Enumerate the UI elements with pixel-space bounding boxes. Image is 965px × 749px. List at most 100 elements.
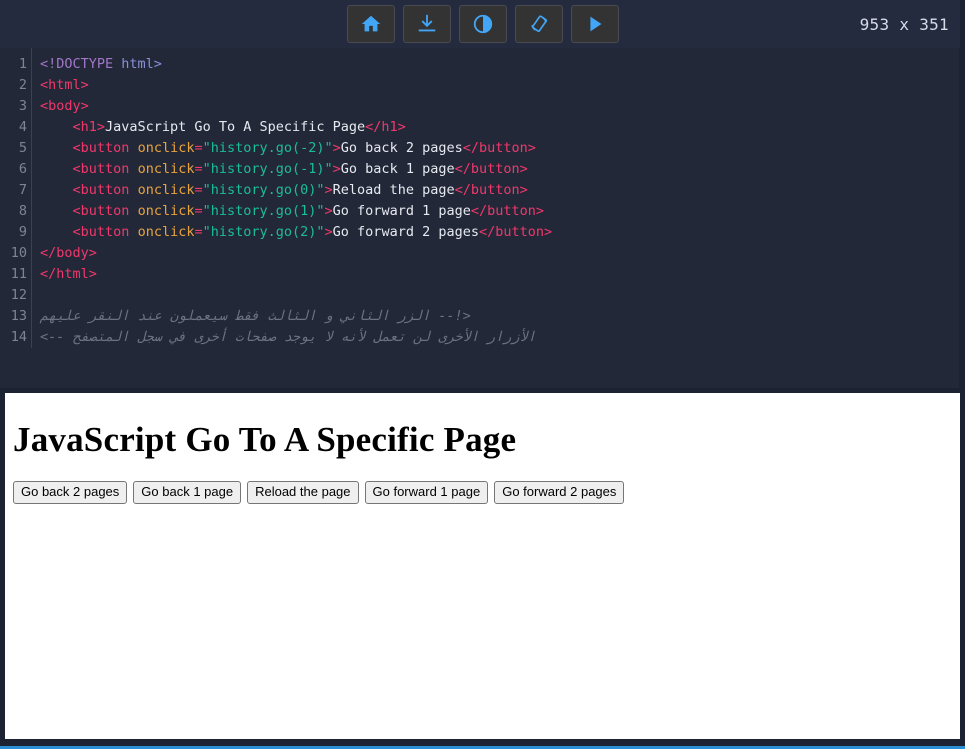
run-button[interactable] bbox=[570, 5, 619, 43]
line-number: 3 bbox=[18, 98, 27, 114]
line-number: 10 bbox=[10, 245, 27, 261]
code-token: </button> bbox=[454, 161, 528, 177]
line-number-gutter: 1 2 3 4 5 6 7 8 9 10 11 12 13 14 bbox=[0, 48, 32, 348]
code-line[interactable]: </body> bbox=[40, 243, 959, 264]
preview-button[interactable]: Go back 1 page bbox=[133, 481, 242, 504]
code-line[interactable]: <h1>JavaScript Go To A Specific Page</h1… bbox=[40, 117, 959, 138]
code-editor[interactable]: 1 2 3 4 5 6 7 8 9 10 11 12 13 14 <!DOCTYPE html> <html… bbox=[0, 48, 959, 388]
code-line[interactable]: الأزرار الأخرى لن تعمل لأنه لا يوجد صفحا… bbox=[40, 327, 959, 348]
toolbar-button-group bbox=[346, 5, 619, 43]
app-root: 953 x 351 1 2 3 4 5 6 7 8 9 10 11 12 13 14 <!DOCTYPE … bbox=[0, 0, 965, 749]
code-token: = bbox=[194, 224, 203, 240]
home-icon bbox=[360, 13, 382, 35]
code-line[interactable]: <button onclick="history.go(-2)">Go back… bbox=[40, 138, 959, 159]
code-token: "history.go(1)" bbox=[202, 203, 325, 219]
code-line[interactable]: <!DOCTYPE html> bbox=[40, 54, 959, 75]
code-token: Reload the page bbox=[332, 182, 455, 198]
code-line[interactable]: <button onclick="history.go(2)">Go forwa… bbox=[40, 222, 959, 243]
theme-button[interactable] bbox=[458, 5, 507, 43]
code-token: > bbox=[332, 140, 341, 156]
code-token: = bbox=[194, 140, 203, 156]
code-token: > bbox=[324, 182, 333, 198]
code-token: <!DOCTYPE bbox=[40, 56, 122, 72]
bottom-chrome-strip bbox=[0, 739, 965, 746]
code-token: Go back 2 pages bbox=[340, 140, 463, 156]
code-token: = bbox=[194, 203, 203, 219]
home-button[interactable] bbox=[346, 5, 395, 43]
line-number: 12 bbox=[10, 287, 27, 303]
code-line[interactable]: <button onclick="history.go(0)">Reload t… bbox=[40, 180, 959, 201]
play-icon bbox=[584, 13, 606, 35]
toolbar: 953 x 351 bbox=[0, 0, 965, 48]
code-token: <button bbox=[72, 203, 130, 219]
line-number: 11 bbox=[10, 266, 27, 282]
download-icon bbox=[416, 13, 438, 35]
code-token: onclick bbox=[137, 140, 195, 156]
line-number: 13 bbox=[10, 308, 27, 324]
code-token: <button bbox=[72, 161, 130, 177]
code-token: <button bbox=[72, 182, 130, 198]
preview-button[interactable]: Reload the page bbox=[247, 481, 359, 504]
code-token: "history.go(-1)" bbox=[202, 161, 333, 177]
code-token: <html> bbox=[40, 77, 89, 93]
code-token: </button> bbox=[478, 224, 553, 240]
code-token: "history.go(-2)" bbox=[202, 140, 333, 156]
preview-button[interactable]: Go back 2 pages bbox=[13, 481, 128, 504]
code-token: = bbox=[194, 161, 203, 177]
code-token: JavaScript Go To A Specific Page bbox=[105, 119, 366, 135]
code-line[interactable]: <button onclick="history.go(1)">Go forwa… bbox=[40, 201, 959, 222]
code-line[interactable] bbox=[40, 285, 959, 306]
preview-pane[interactable]: JavaScript Go To A Specific Page Go back… bbox=[5, 393, 960, 739]
download-button[interactable] bbox=[402, 5, 451, 43]
code-content[interactable]: <!DOCTYPE html> <html> <body> <h1>JavaScri… bbox=[32, 48, 959, 348]
line-number: 5 bbox=[18, 140, 27, 156]
line-number: 7 bbox=[18, 182, 27, 198]
preview-heading: JavaScript Go To A Specific Page bbox=[13, 420, 517, 459]
line-number: 9 bbox=[18, 224, 27, 240]
line-number: 4 bbox=[18, 119, 27, 135]
screen-rotation-icon bbox=[528, 13, 550, 35]
line-number: 14 bbox=[10, 329, 27, 345]
code-token: <!-- الزر الثاني و الثالث فقط سيعملون عن… bbox=[40, 308, 471, 324]
line-number: 2 bbox=[18, 77, 27, 93]
line-number: 8 bbox=[18, 203, 27, 219]
preview-button[interactable]: Go forward 2 pages bbox=[494, 481, 625, 504]
code-token: </button> bbox=[462, 140, 536, 156]
code-token: <h1> bbox=[72, 119, 106, 135]
code-line[interactable]: <button onclick="history.go(-1)">Go back… bbox=[40, 159, 959, 180]
code-token: onclick bbox=[137, 224, 195, 240]
code-token: "history.go(0)" bbox=[202, 182, 325, 198]
code-token: <button bbox=[72, 140, 130, 156]
code-token: الأزرار الأخرى لن تعمل لأنه لا يوجد صفحا… bbox=[40, 329, 536, 345]
code-token: </body> bbox=[40, 245, 97, 261]
rotate-button[interactable] bbox=[514, 5, 563, 43]
code-line[interactable]: </html> bbox=[40, 264, 959, 285]
code-token: = bbox=[194, 182, 203, 198]
code-token: "history.go(2)" bbox=[202, 224, 325, 240]
code-token: Go back 1 page bbox=[340, 161, 455, 177]
code-token: html> bbox=[121, 56, 162, 72]
contrast-icon bbox=[472, 13, 494, 35]
preview-button-row: Go back 2 pages Go back 1 page Reload the … bbox=[13, 481, 952, 504]
right-edge-chrome bbox=[960, 0, 965, 749]
code-line[interactable]: <html> bbox=[40, 75, 959, 96]
code-line[interactable]: <body> bbox=[40, 96, 959, 117]
line-number: 6 bbox=[18, 161, 27, 177]
code-token: onclick bbox=[137, 203, 195, 219]
code-token: </button> bbox=[470, 203, 544, 219]
code-token: Go forward 1 page bbox=[332, 203, 471, 219]
code-line[interactable]: <!-- الزر الثاني و الثالث فقط سيعملون عن… bbox=[40, 306, 959, 327]
preview-button[interactable]: Go forward 1 page bbox=[364, 481, 489, 504]
code-token: <button bbox=[72, 224, 130, 240]
line-number: 1 bbox=[18, 56, 27, 72]
